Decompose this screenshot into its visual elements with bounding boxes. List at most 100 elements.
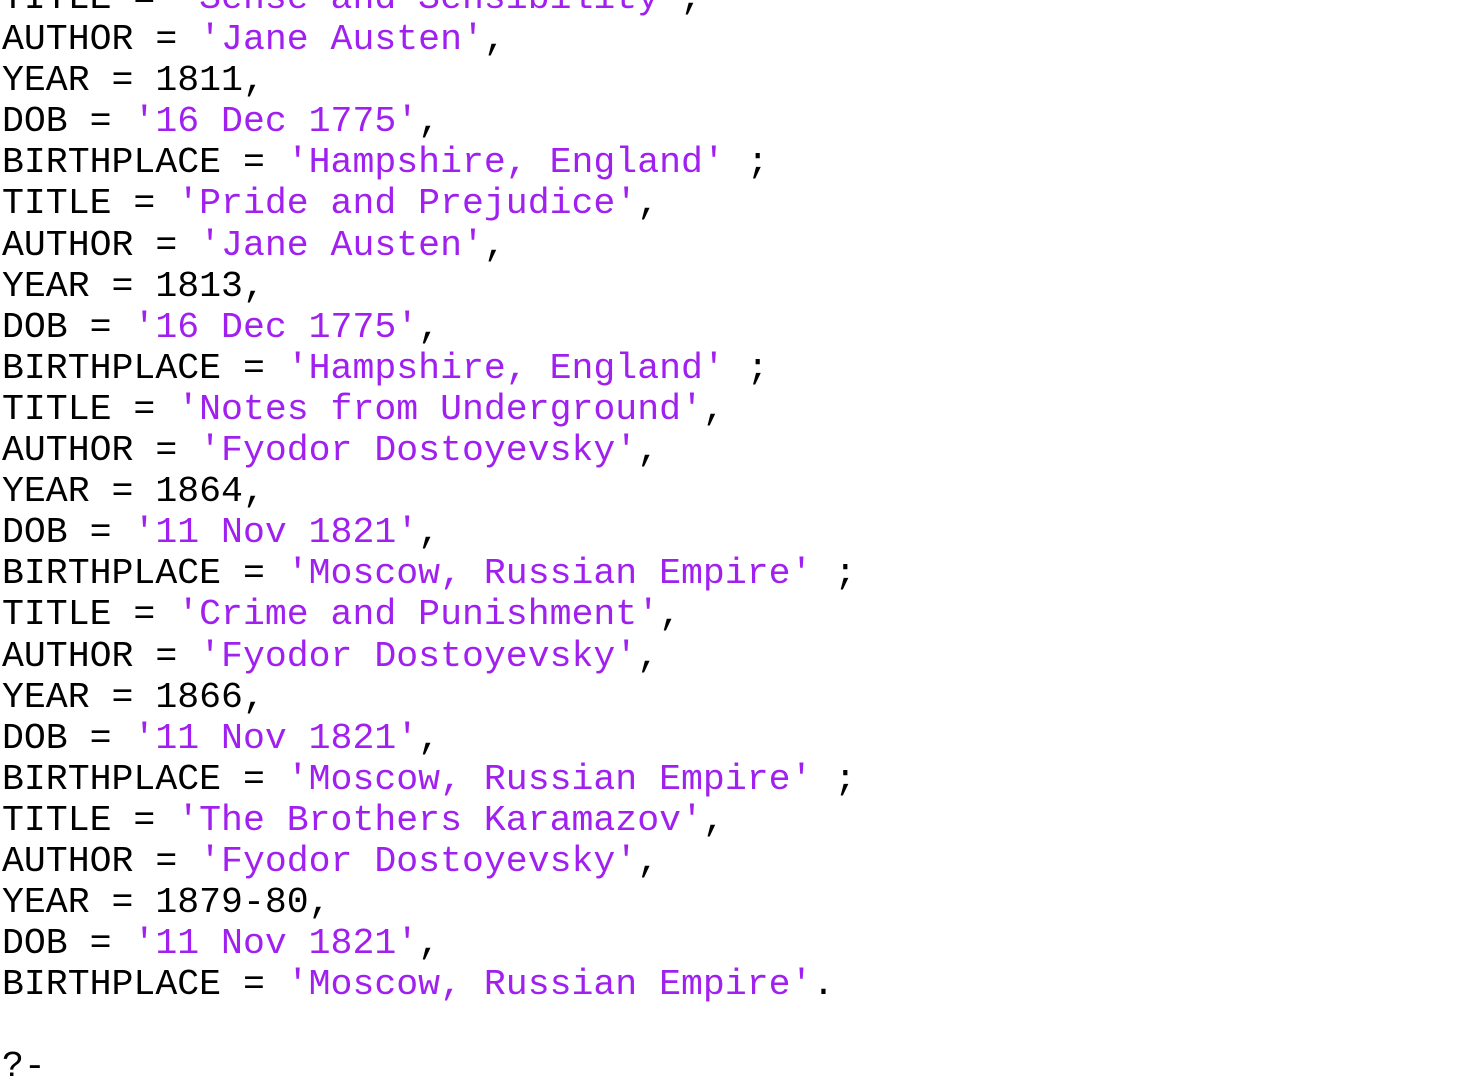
- punctuation: ,: [702, 388, 725, 430]
- query-prompt[interactable]: ?-: [2, 1046, 856, 1087]
- punctuation: ,: [659, 594, 682, 636]
- string-value: 'Crime and Punishment': [177, 594, 660, 636]
- punctuation: ;: [812, 553, 857, 595]
- punctuation: ;: [812, 758, 857, 800]
- variable-name: AUTHOR =: [2, 840, 200, 882]
- string-value: '11 Nov 1821': [133, 717, 419, 759]
- punctuation: ,: [418, 717, 441, 759]
- variable-name: YEAR =: [2, 471, 156, 513]
- punctuation: ,: [483, 224, 506, 266]
- variable-name: BIRTHPLACE =: [2, 142, 287, 184]
- punctuation: ;: [724, 347, 769, 389]
- variable-name: YEAR =: [2, 676, 156, 718]
- string-value: 'Jane Austen': [199, 19, 484, 61]
- variable-name: BIRTHPLACE =: [2, 347, 287, 389]
- string-value: '16 Dec 1775': [133, 306, 419, 348]
- string-value: 'Moscow, Russian Empire': [286, 758, 813, 800]
- binding-line-dob: DOB = '11 Nov 1821',: [2, 512, 856, 553]
- variable-name: TITLE =: [2, 594, 178, 636]
- string-value: '11 Nov 1821': [133, 512, 419, 554]
- variable-name: AUTHOR =: [2, 224, 200, 266]
- number-value: 1864: [155, 471, 243, 513]
- string-value: '16 Dec 1775': [133, 101, 419, 143]
- string-value: 'Hampshire, England': [286, 347, 725, 389]
- number-value: 1811: [155, 60, 243, 102]
- binding-line-year: YEAR = 1813,: [2, 266, 856, 307]
- punctuation: ,: [418, 923, 441, 965]
- string-value: 'Sense and Sensibility': [177, 0, 681, 19]
- punctuation: ,: [637, 635, 660, 677]
- binding-line-year: YEAR = 1879-80,: [2, 882, 856, 923]
- binding-line-title: TITLE = 'Sense and Sensibility',: [2, 0, 856, 19]
- number-value: 1813: [155, 265, 243, 307]
- variable-name: BIRTHPLACE =: [2, 964, 287, 1006]
- binding-line-dob: DOB = '16 Dec 1775',: [2, 307, 856, 348]
- string-value: 'Fyodor Dostoyevsky': [199, 430, 638, 472]
- binding-line-title: TITLE = 'Crime and Punishment',: [2, 594, 856, 635]
- punctuation: ,: [242, 265, 265, 307]
- binding-line-birthplace: BIRTHPLACE = 'Moscow, Russian Empire' ;: [2, 553, 856, 594]
- variable-name: DOB =: [2, 306, 134, 348]
- variable-name: BIRTHPLACE =: [2, 758, 287, 800]
- binding-line-dob: DOB = '11 Nov 1821',: [2, 923, 856, 964]
- string-value: 'Notes from Underground': [177, 388, 703, 430]
- number-value: 1879-80: [155, 882, 309, 924]
- variable-name: DOB =: [2, 101, 134, 143]
- string-value: 'Fyodor Dostoyevsky': [199, 635, 638, 677]
- string-value: 'Moscow, Russian Empire': [286, 553, 813, 595]
- binding-line-author: AUTHOR = 'Jane Austen',: [2, 19, 856, 60]
- string-value: 'Hampshire, England': [286, 142, 725, 184]
- binding-line-year: YEAR = 1866,: [2, 677, 856, 718]
- string-value: 'Fyodor Dostoyevsky': [199, 840, 638, 882]
- variable-name: AUTHOR =: [2, 430, 200, 472]
- binding-line-dob: DOB = '16 Dec 1775',: [2, 101, 856, 142]
- binding-line-year: YEAR = 1864,: [2, 471, 856, 512]
- variable-name: YEAR =: [2, 265, 156, 307]
- binding-line-birthplace: BIRTHPLACE = 'Hampshire, England' ;: [2, 142, 856, 183]
- punctuation: ,: [637, 840, 660, 882]
- punctuation: ,: [242, 60, 265, 102]
- binding-line-author: AUTHOR = 'Fyodor Dostoyevsky',: [2, 841, 856, 882]
- string-value: 'Jane Austen': [199, 224, 484, 266]
- punctuation: ,: [637, 430, 660, 472]
- string-value: 'Pride and Prejudice': [177, 183, 638, 225]
- punctuation: ,: [308, 882, 331, 924]
- binding-line-birthplace: BIRTHPLACE = 'Moscow, Russian Empire'.: [2, 964, 856, 1005]
- variable-name: TITLE =: [2, 0, 177, 19]
- punctuation: ,: [418, 306, 441, 348]
- variable-name: AUTHOR =: [2, 19, 200, 61]
- variable-name: DOB =: [2, 923, 134, 965]
- punctuation: ,: [242, 471, 265, 513]
- punctuation: ,: [637, 183, 660, 225]
- variable-name: DOB =: [2, 717, 134, 759]
- binding-line-birthplace: BIRTHPLACE = 'Moscow, Russian Empire' ;: [2, 759, 856, 800]
- binding-line-dob: DOB = '11 Nov 1821',: [2, 718, 856, 759]
- punctuation: .: [812, 964, 835, 1006]
- variable-name: YEAR =: [2, 60, 156, 102]
- punctuation: ,: [242, 676, 265, 718]
- punctuation: ;: [724, 142, 769, 184]
- number-value: 1866: [155, 676, 243, 718]
- punctuation: ,: [418, 101, 441, 143]
- string-value: 'Moscow, Russian Empire': [286, 964, 813, 1006]
- punctuation: ,: [483, 19, 506, 61]
- variable-name: DOB =: [2, 512, 134, 554]
- variable-name: TITLE =: [2, 388, 178, 430]
- binding-line-birthplace: BIRTHPLACE = 'Hampshire, England' ;: [2, 348, 856, 389]
- variable-name: TITLE =: [2, 183, 178, 225]
- binding-line-author: AUTHOR = 'Fyodor Dostoyevsky',: [2, 430, 856, 471]
- punctuation: ,: [702, 799, 725, 841]
- binding-line-title: TITLE = 'The Brothers Karamazov',: [2, 800, 856, 841]
- string-value: 'The Brothers Karamazov': [177, 799, 703, 841]
- string-value: '11 Nov 1821': [133, 923, 419, 965]
- variable-name: YEAR =: [2, 882, 156, 924]
- variable-name: AUTHOR =: [2, 635, 200, 677]
- binding-line-year: YEAR = 1811,: [2, 60, 856, 101]
- binding-line-title: TITLE = 'Pride and Prejudice',: [2, 183, 856, 224]
- variable-name: TITLE =: [2, 799, 178, 841]
- binding-line-author: AUTHOR = 'Fyodor Dostoyevsky',: [2, 636, 856, 677]
- prolog-console-output: TITLE = 'Sense and Sensibility',AUTHOR =…: [2, 0, 856, 1088]
- punctuation: ,: [418, 512, 441, 554]
- variable-name: BIRTHPLACE =: [2, 553, 287, 595]
